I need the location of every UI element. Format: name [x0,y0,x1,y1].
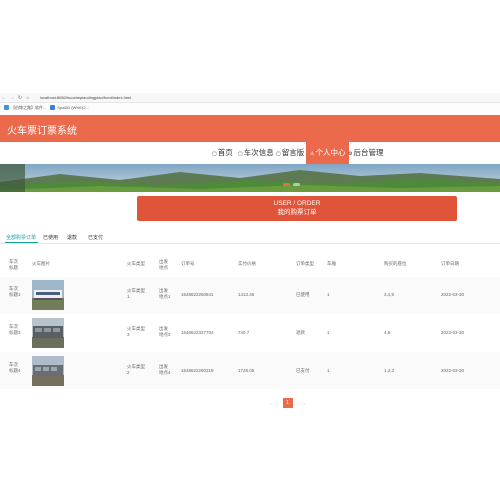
cell-price: 1413.46 [238,292,255,297]
cell-seats: 1,2,3 [384,368,395,373]
bookmark-label: 【伯坤之路】软件... [11,104,47,110]
cell-car: 1 [327,292,330,297]
forward-icon[interactable]: → [8,95,16,101]
nav-label: 后台管理 [353,148,384,157]
nav-label: 车次信息 [243,148,274,157]
site-header: 火车票订票系统 [0,115,500,142]
cell-date: 2022-03-30 [441,292,465,297]
th-status: 订单类型 [296,261,314,266]
banner-carousel [0,164,500,192]
prev-page-icon[interactable]: < [270,401,272,406]
tab-used[interactable]: 已使用 [43,234,58,241]
cell-type: 火车类型 2 [127,364,145,375]
th-title: 车次 标题 [9,259,18,270]
section-title-cn: 我的购票订单 [277,209,317,216]
cell-price: 740.7 [238,330,250,335]
cell-order-no: 1648622260219 [181,368,214,373]
next-page-icon[interactable]: > [297,401,299,406]
order-tabs: 全部购票订单 已使用 退款 已支付 [0,232,500,244]
prev-page-icon[interactable]: < [276,401,278,406]
train-icon: ▢ [238,151,243,157]
landscape-image [0,164,500,192]
home-icon[interactable]: ⌂ [24,95,32,101]
tab-active-indicator [5,242,38,243]
cell-title: 车次 标题3 [9,324,21,335]
browser-address-bar: ← → ↻ ⌂ localhost:8080/huochepiaodingpia… [0,93,500,103]
cell-status: 已使用 [296,292,310,297]
table-header: 车次 标题 火车图片 火车类型 出发 地点 订单号 实付价格 订单类型 车厢 购… [0,253,500,279]
cell-title: 车次 标题1 [9,286,21,297]
bookmark-label: SpaDD (WHE)2... [57,105,89,110]
table-row[interactable]: 车次 标题4 火车类型 2 出发 地点4 1648622260219 1728.… [0,352,500,389]
bookmarks-bar: 【伯坤之路】软件... SpaDD (WHE)2... [0,103,500,112]
th-date: 订单日期 [441,261,459,266]
cell-status: 已支付 [296,368,310,373]
nav-label: 留言版 [281,148,305,157]
bookmark-item[interactable]: SpaDD (WHE)2... [50,105,89,110]
th-seats: 购买的座位 [384,261,407,266]
cell-from: 出发 地点1 [159,288,171,299]
tab-refund[interactable]: 退款 [67,234,77,241]
back-icon[interactable]: ← [0,95,8,101]
th-car: 车厢 [327,261,336,266]
message-icon: ▢ [276,151,281,157]
url-field[interactable]: localhost:8080/huochepiaodingpiao/front/… [40,95,131,100]
site-title: 火车票订票系统 [7,126,77,137]
nav-label: 个人中心 [315,148,346,157]
nav-admin[interactable]: ⚙后台管理 [348,142,383,164]
th-type: 火车类型 [127,261,145,266]
cell-car: 1 [327,368,330,373]
cell-seats: 3,4,5 [384,292,395,297]
bookmark-item[interactable]: 【伯坤之路】软件... [4,105,46,111]
cell-date: 2022-03-30 [441,330,465,335]
bookmark-icon [4,105,9,110]
cell-date: 2022-03-30 [441,368,465,373]
cell-car: 1 [327,330,330,335]
cell-from: 出发 地点4 [159,364,171,375]
cell-order-no: 1648622250841 [181,292,214,297]
cell-from: 出发 地点3 [159,326,171,337]
nav-message-board[interactable]: ▢留言版 [276,142,304,164]
cell-title: 车次 标题4 [9,362,21,373]
main-nav: ▢首页 ▢车次信息 ▢留言版 ♙个人中心 ⚙后台管理 [0,142,500,164]
admin-icon: ⚙ [348,151,353,157]
nav-label: 首页 [217,148,233,157]
carousel-indicators [283,183,300,186]
train-thumbnail[interactable] [32,280,64,310]
cell-price: 1728.05 [238,368,255,373]
next-page-icon[interactable]: > [303,401,305,406]
cell-seats: 4,5 [384,330,391,335]
table-row[interactable]: 车次 标题1 火车类型 1 出发 地点1 1648622250841 1413.… [0,277,500,314]
th-order-no: 订单号 [181,261,195,266]
cell-status: 退款 [296,330,305,335]
cell-type: 火车类型 1 [127,288,145,299]
carousel-dot[interactable] [283,183,290,186]
th-from: 出发 地点 [159,259,168,270]
tab-paid[interactable]: 已支付 [88,234,103,241]
reload-icon[interactable]: ↻ [16,95,24,101]
page-number-current[interactable]: 1 [282,398,293,408]
home-icon: ▢ [212,151,217,157]
section-title-en: USER / ORDER [273,200,321,207]
th-image: 火车图片 [32,261,50,266]
nav-personal-center[interactable]: ♙个人中心 [306,142,350,164]
table-row[interactable]: 车次 标题3 火车类型 3 出发 地点3 1648622327704 740.7… [0,314,500,351]
tab-all-orders[interactable]: 全部购票订单 [6,234,36,241]
nav-home[interactable]: ▢首页 [212,142,233,164]
user-icon: ♙ [310,151,315,157]
bookmark-icon [50,105,56,110]
cell-order-no: 1648622327704 [181,330,214,335]
pagination: < < 1 > > [270,398,305,408]
train-thumbnail[interactable] [32,356,64,386]
th-price: 实付价格 [238,261,256,266]
carousel-dot[interactable] [293,183,300,186]
train-thumbnail[interactable] [32,318,64,348]
section-title-banner: USER / ORDER 我的购票订单 [137,196,457,221]
nav-train-info[interactable]: ▢车次信息 [238,142,274,164]
cell-type: 火车类型 3 [127,326,145,337]
